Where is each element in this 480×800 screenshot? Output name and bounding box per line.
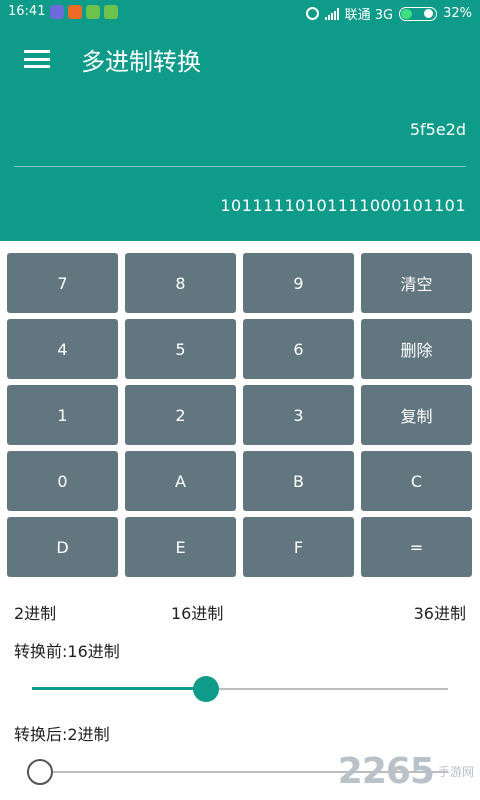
clear-button[interactable]: 清空 <box>361 253 472 313</box>
app-notification-icon <box>104 5 118 19</box>
app-notification-icon <box>68 5 82 19</box>
key-0[interactable]: 0 <box>7 451 118 511</box>
battery-percent: 32% <box>443 6 472 21</box>
delete-button[interactable]: 删除 <box>361 319 472 379</box>
display-divider <box>14 166 466 167</box>
base-options: 2进制 16进制 36进制 <box>0 596 480 626</box>
copy-button[interactable]: 复制 <box>361 385 472 445</box>
key-f[interactable]: F <box>243 517 354 577</box>
slider-active-track <box>32 687 206 690</box>
battery-icon <box>399 6 438 21</box>
status-right: 联通 3G 32% <box>305 4 472 23</box>
key-2[interactable]: 2 <box>125 385 236 445</box>
key-7[interactable]: 7 <box>7 253 118 313</box>
status-bar: 16:41 联通 3G 32% <box>0 0 480 24</box>
key-d[interactable]: D <box>7 517 118 577</box>
target-base-label: 转换后:2进制 <box>14 725 110 744</box>
key-b[interactable]: B <box>243 451 354 511</box>
conversion-display: 5f5e2d 10111110101111000101101 <box>0 94 480 241</box>
app-title: 多进制转换 <box>81 48 201 76</box>
slider-thumb[interactable] <box>27 759 53 785</box>
key-a[interactable]: A <box>125 451 236 511</box>
charging-icon <box>424 8 434 18</box>
key-4[interactable]: 4 <box>7 319 118 379</box>
alarm-icon <box>305 7 319 20</box>
carrier-label: 联通 3G <box>344 8 394 23</box>
base-option-36[interactable]: 36进制 <box>414 600 466 624</box>
source-base-slider[interactable] <box>32 675 448 703</box>
key-6[interactable]: 6 <box>243 319 354 379</box>
key-1[interactable]: 1 <box>7 385 118 445</box>
app-bar: 多进制转换 <box>0 24 480 94</box>
key-3[interactable]: 3 <box>243 385 354 445</box>
status-time: 16:41 <box>8 4 46 19</box>
base-option-16[interactable]: 16进制 <box>171 600 223 624</box>
output-value: 10111110101111000101101 <box>220 196 466 215</box>
source-base-label: 转换前:16进制 <box>14 642 120 661</box>
app-notification-icon <box>50 5 64 19</box>
hamburger-menu-icon[interactable] <box>24 50 50 68</box>
keypad: 7 8 9 清空 4 5 6 删除 1 2 3 复制 0 A B C D E F… <box>7 253 473 577</box>
battery-fill <box>401 8 412 19</box>
app-notification-icon <box>86 5 100 19</box>
key-e[interactable]: E <box>125 517 236 577</box>
key-5[interactable]: 5 <box>125 319 236 379</box>
watermark-site: 手游网 <box>437 764 474 779</box>
key-c[interactable]: C <box>361 451 472 511</box>
key-8[interactable]: 8 <box>125 253 236 313</box>
equals-button[interactable]: = <box>361 517 472 577</box>
slider-thumb[interactable] <box>193 676 219 702</box>
notification-icons <box>50 5 118 19</box>
watermark-number: 2265 <box>337 750 435 792</box>
signal-icon <box>324 7 339 20</box>
key-9[interactable]: 9 <box>243 253 354 313</box>
input-value: 5f5e2d <box>409 120 466 139</box>
base-option-2[interactable]: 2进制 <box>14 600 56 624</box>
watermark-logo: 2265 手游网 <box>338 748 474 794</box>
